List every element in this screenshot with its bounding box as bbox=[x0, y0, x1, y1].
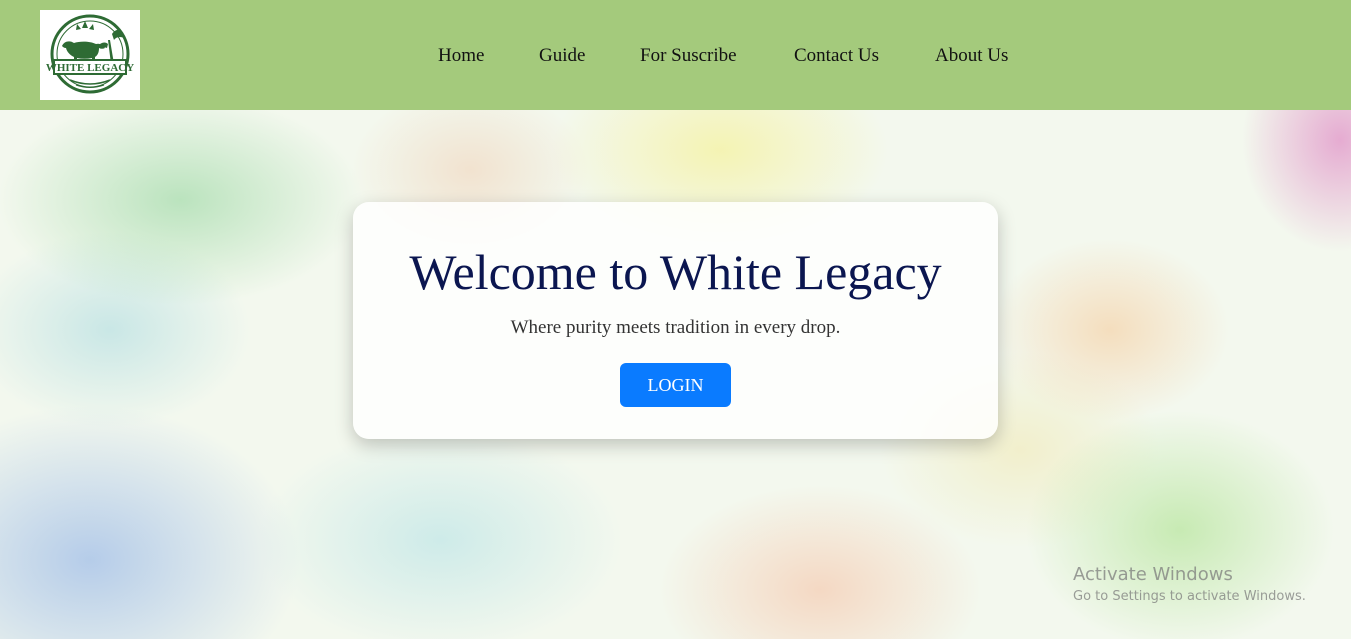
navbar: WHITE LEGACY Home Guide For Suscribe Con… bbox=[0, 0, 1351, 110]
main-nav: Home Guide For Suscribe Contact Us About… bbox=[0, 0, 1351, 110]
watermark-subtitle: Go to Settings to activate Windows. bbox=[1073, 589, 1306, 604]
nav-home-link[interactable]: Home bbox=[438, 44, 484, 68]
welcome-title: Welcome to White Legacy bbox=[409, 244, 942, 300]
welcome-card: Welcome to White Legacy Where purity mee… bbox=[353, 202, 998, 439]
login-button[interactable]: LOGIN bbox=[620, 363, 731, 407]
nav-guide-link[interactable]: Guide bbox=[539, 44, 585, 68]
watermark-title: Activate Windows bbox=[1073, 564, 1233, 585]
nav-subscribe-link[interactable]: For Suscribe bbox=[640, 44, 737, 68]
nav-about-link[interactable]: About Us bbox=[935, 44, 1008, 68]
activate-windows-watermark: Activate Windows Go to Settings to activ… bbox=[1073, 564, 1306, 606]
nav-contact-link[interactable]: Contact Us bbox=[794, 44, 879, 68]
welcome-subtitle: Where purity meets tradition in every dr… bbox=[510, 317, 841, 338]
